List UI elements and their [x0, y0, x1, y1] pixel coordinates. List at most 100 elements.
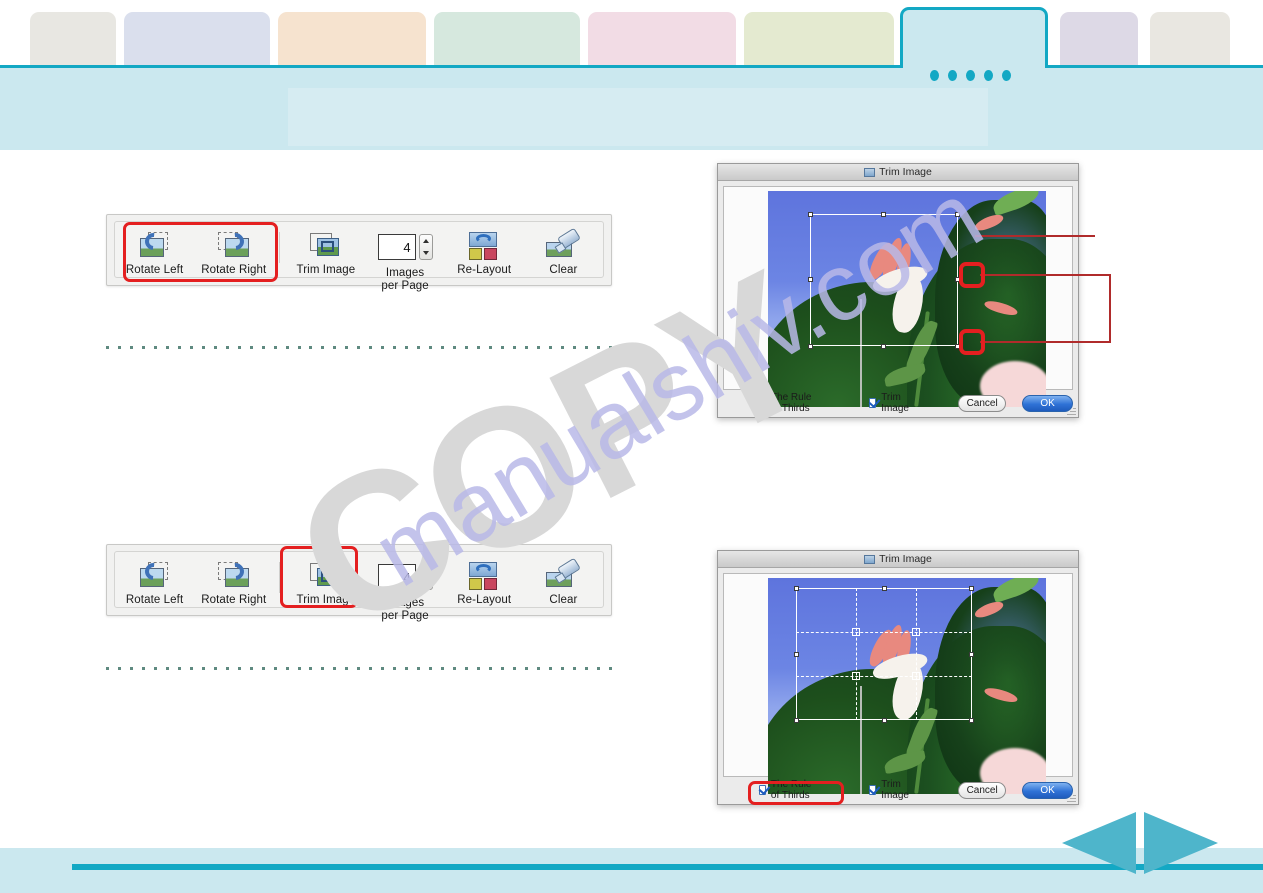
previous-page-arrow[interactable] [1062, 812, 1136, 874]
crop-handle-bl[interactable] [808, 344, 813, 349]
crop-handle-br[interactable] [955, 344, 960, 349]
crop-selection[interactable] [796, 588, 972, 720]
trim-image-checkbox[interactable]: Trim Image [869, 779, 912, 801]
toolbar-button-images-per-page[interactable]: 4 Images per Page [365, 552, 444, 622]
crop-selection[interactable] [810, 214, 958, 346]
crop-handle-mr[interactable] [955, 277, 960, 282]
images-per-page-input[interactable]: 4 [377, 234, 416, 260]
photo-preview[interactable] [768, 191, 1046, 407]
thirds-intersection-handle[interactable] [852, 672, 860, 680]
crop-handle-bl[interactable] [794, 718, 799, 723]
toolbar-button-label: Rotate Left [125, 264, 184, 276]
separator-dot [417, 346, 421, 349]
rule-of-thirds-checkbox[interactable]: The Rule of Thirds [759, 779, 821, 801]
thirds-intersection-handle[interactable] [912, 672, 920, 680]
tab-1[interactable] [30, 12, 116, 68]
rotate-left-icon [138, 559, 172, 587]
crop-handle-tr[interactable] [969, 586, 974, 591]
images-per-page-input[interactable]: 4 [377, 564, 416, 590]
rule-of-thirds-checkbox[interactable]: The Rule of Thirds [759, 392, 821, 414]
crop-handle-ml[interactable] [808, 277, 813, 282]
separator-dot [536, 667, 540, 670]
tab-3[interactable] [278, 12, 426, 68]
callout-bracket [1109, 274, 1111, 343]
callout-line-1 [975, 235, 1095, 237]
toolbar-button-rotate-left[interactable]: Rotate Left [115, 552, 194, 607]
toolbar-button-clear[interactable]: Clear [524, 222, 603, 277]
separator-dot [500, 346, 504, 349]
separator-dot [500, 667, 504, 670]
tab-6[interactable] [744, 12, 894, 68]
toolbar-button-rotate-left[interactable]: Rotate Left [115, 222, 194, 277]
tab-8[interactable] [1060, 12, 1138, 68]
thirds-intersection-handle[interactable] [912, 628, 920, 636]
separator-dot [297, 346, 301, 349]
ok-button[interactable]: OK [1022, 394, 1073, 412]
page-dot [966, 70, 975, 81]
toolbar-button-label: Trim Image [296, 264, 356, 276]
tab-2[interactable] [124, 12, 270, 68]
tab-5[interactable] [588, 12, 736, 68]
checkbox-box[interactable] [759, 398, 766, 408]
separator-dot [285, 667, 289, 670]
checkbox-box[interactable] [869, 785, 877, 795]
toolbar-bottom-inner: Rotate Left Rotate Right Trim Image 4 Images… [114, 551, 604, 622]
page-navigation [1062, 812, 1242, 874]
resize-grip[interactable] [1067, 407, 1076, 416]
page-dot [930, 70, 939, 81]
dotted-separator-2 [106, 667, 612, 670]
photo-preview[interactable] [768, 578, 1046, 794]
toolbar-button-trim-image[interactable]: Trim Image [286, 222, 365, 277]
trim-image-window-icon [864, 554, 876, 564]
separator-dot [596, 667, 600, 670]
resize-grip[interactable] [1067, 794, 1076, 803]
toolbar-button-rotate-right[interactable]: Rotate Right [194, 222, 273, 277]
separator-dot [333, 667, 337, 670]
trim-dialog-top[interactable]: Trim Image The Rule of Thirds Trim Image… [717, 163, 1079, 418]
trim-image-icon [309, 232, 343, 257]
tab-4[interactable] [434, 12, 580, 68]
stepper-arrows[interactable] [418, 564, 433, 590]
rotate-right-icon [217, 229, 251, 257]
crop-handle-mr[interactable] [969, 652, 974, 657]
tab-7-active[interactable] [900, 7, 1048, 68]
separator-dot [201, 346, 205, 349]
images-per-page-stepper[interactable]: 4 [377, 234, 433, 260]
toolbar-button-re-layout[interactable]: Re-Layout [445, 552, 524, 607]
rule-of-thirds-hline-2 [796, 676, 972, 677]
separator-dot [201, 667, 205, 670]
separator-dot [237, 346, 241, 349]
toolbar-button-clear[interactable]: Clear [524, 552, 603, 607]
separator-dot [153, 667, 157, 670]
crop-handle-br[interactable] [969, 718, 974, 723]
trim-image-checkbox[interactable]: Trim Image [869, 392, 912, 414]
next-page-arrow[interactable] [1144, 812, 1218, 874]
images-per-page-stepper[interactable]: 4 [377, 564, 433, 590]
stepper-arrows[interactable] [418, 234, 433, 260]
toolbar-button-images-per-page[interactable]: 4 Images per Page [365, 222, 444, 292]
trim-dialog-bottom[interactable]: Trim Image The Rule of Thirds Trim Image… [717, 550, 1079, 805]
toolbar-button-re-layout[interactable]: Re-Layout [445, 222, 524, 277]
tab-9[interactable] [1150, 12, 1230, 68]
checkbox-box[interactable] [759, 785, 766, 795]
crop-handle-tr[interactable] [955, 212, 960, 217]
separator-dot [129, 667, 133, 670]
checkbox-box[interactable] [869, 398, 877, 408]
separator-dot [165, 346, 169, 349]
crop-handle-tc[interactable] [882, 586, 887, 591]
toolbar-button-trim-image[interactable]: Trim Image [286, 552, 365, 607]
cancel-button[interactable]: Cancel [958, 394, 1007, 412]
crop-handle-tl[interactable] [794, 586, 799, 591]
thirds-intersection-handle[interactable] [852, 628, 860, 636]
crop-handle-bc[interactable] [881, 344, 886, 349]
toolbar-button-rotate-right[interactable]: Rotate Right [194, 552, 273, 607]
ok-button[interactable]: OK [1022, 781, 1073, 799]
rotate-left-icon [138, 229, 172, 257]
cancel-button[interactable]: Cancel [958, 781, 1007, 799]
crop-handle-tl[interactable] [808, 212, 813, 217]
page-dot [948, 70, 957, 81]
crop-handle-ml[interactable] [794, 652, 799, 657]
separator-dot [477, 346, 481, 349]
crop-handle-bc[interactable] [882, 718, 887, 723]
crop-handle-tc[interactable] [881, 212, 886, 217]
